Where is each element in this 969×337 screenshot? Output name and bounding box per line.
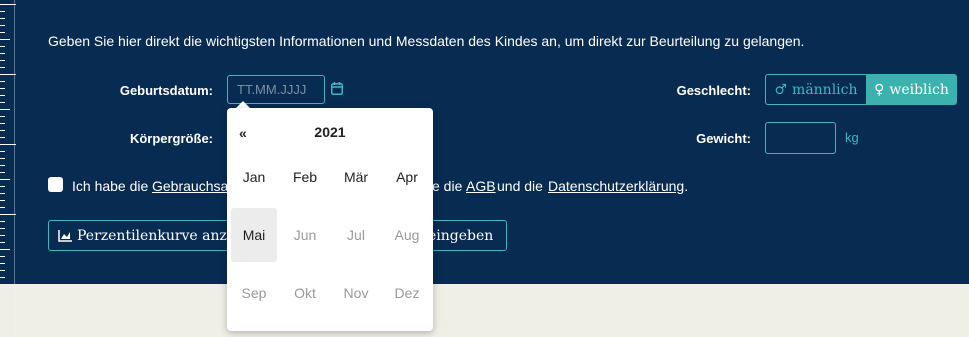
month-okt: Okt bbox=[294, 285, 316, 301]
ruler-tick bbox=[0, 179, 10, 180]
birthdate-label: Geburtsdatum: bbox=[119, 83, 213, 98]
consent-prefix: Ich habe die bbox=[72, 178, 149, 194]
ruler-tick bbox=[0, 158, 5, 159]
ruler-tick bbox=[0, 39, 10, 40]
ruler-tick bbox=[0, 235, 5, 236]
ruler-tick bbox=[0, 32, 5, 33]
ruler-tick bbox=[0, 18, 5, 19]
agb-link[interactable]: AGB bbox=[466, 178, 496, 194]
usage-terms-link[interactable]: Gebrauchsa bbox=[152, 178, 228, 194]
consent-end: . bbox=[684, 178, 689, 194]
weight-input[interactable] bbox=[765, 122, 836, 154]
ruler-tick bbox=[0, 277, 5, 278]
datepicker-year[interactable]: 2021 bbox=[227, 124, 433, 140]
height-label: Körpergröße: bbox=[129, 131, 213, 146]
consent-checkbox[interactable] bbox=[48, 177, 63, 192]
gender-label: Geschlecht: bbox=[676, 83, 751, 98]
ruler-tick bbox=[0, 95, 5, 96]
ruler-tick bbox=[0, 25, 5, 26]
month-dez: Dez bbox=[394, 285, 420, 301]
gender-male-button[interactable]: ♂ männlich bbox=[765, 74, 866, 105]
ruler-tick bbox=[0, 172, 5, 173]
ruler-tick bbox=[0, 263, 5, 264]
ruler-tick bbox=[0, 130, 5, 131]
weight-unit: kg bbox=[845, 130, 859, 145]
ruler-tick bbox=[0, 221, 5, 222]
month-jan[interactable]: Jan bbox=[231, 150, 277, 204]
weight-label: Gewicht: bbox=[696, 131, 751, 146]
privacy-link[interactable]: Datenschutzerklärung bbox=[548, 178, 684, 194]
ruler-tick bbox=[0, 270, 5, 271]
ruler-tick bbox=[0, 109, 10, 110]
ruler-tick bbox=[0, 242, 5, 243]
consent-and: und die bbox=[497, 178, 543, 194]
ruler-tick bbox=[0, 116, 5, 117]
area-chart-icon bbox=[58, 229, 72, 242]
female-symbol-icon: ♀ bbox=[874, 81, 885, 98]
month-sep: Sep bbox=[241, 285, 267, 301]
gender-female-label: weiblich bbox=[889, 81, 949, 98]
enter-data-label: eingeben bbox=[428, 227, 494, 244]
datepicker-caret bbox=[236, 101, 250, 108]
ruler-tick bbox=[0, 207, 5, 208]
show-percentile-curve-label: Perzentilenkurve anze bbox=[77, 227, 236, 244]
month-feb[interactable]: Feb bbox=[282, 150, 328, 204]
ruler-tick bbox=[0, 67, 5, 68]
month-jun: Jun bbox=[293, 227, 317, 243]
ruler-tick bbox=[0, 249, 10, 250]
month-apr[interactable]: Apr bbox=[384, 150, 430, 204]
month-mär[interactable]: Mär bbox=[333, 150, 379, 204]
intro-text: Geben Sie hier direkt die wichtigsten In… bbox=[48, 33, 805, 49]
ruler-tick bbox=[0, 165, 5, 166]
gender-male-label: männlich bbox=[792, 81, 858, 98]
ruler-tick bbox=[0, 123, 5, 124]
gender-toggle: ♂ männlich ♀ weiblich bbox=[765, 74, 957, 105]
ruler-tick bbox=[0, 228, 5, 229]
birthdate-input[interactable] bbox=[227, 75, 325, 104]
ruler-tick bbox=[0, 11, 5, 12]
ruler-tick bbox=[0, 60, 5, 61]
ruler-tick bbox=[0, 88, 5, 89]
consent-middle: e die bbox=[432, 178, 463, 194]
ruler-tick bbox=[0, 193, 5, 194]
male-symbol-icon: ♂ bbox=[774, 81, 788, 98]
page-footer-area bbox=[0, 284, 969, 337]
ruler-line bbox=[14, 0, 15, 337]
month-mai[interactable]: Mai bbox=[231, 208, 277, 262]
month-nov: Nov bbox=[343, 285, 369, 301]
ruler-tick bbox=[0, 186, 5, 187]
month-jul: Jul bbox=[347, 227, 365, 243]
ruler-tick bbox=[0, 102, 5, 103]
gender-female-button[interactable]: ♀ weiblich bbox=[866, 74, 957, 105]
ruler-tick bbox=[0, 137, 5, 138]
ruler-tick bbox=[0, 81, 5, 82]
ruler-tick bbox=[0, 53, 5, 54]
ruler-tick bbox=[0, 200, 5, 201]
ruler-tick bbox=[0, 256, 5, 257]
ruler-tick bbox=[0, 46, 5, 47]
datepicker-popup: « 2021 Jan Feb Mär Apr Mai Jun Jul Aug Sep Okt Nov… bbox=[227, 108, 433, 331]
month-aug: Aug bbox=[394, 227, 420, 243]
calendar-icon[interactable] bbox=[331, 82, 343, 95]
ruler-tick bbox=[0, 151, 5, 152]
show-percentile-curve-button[interactable]: Perzentilenkurve anze bbox=[48, 220, 238, 251]
